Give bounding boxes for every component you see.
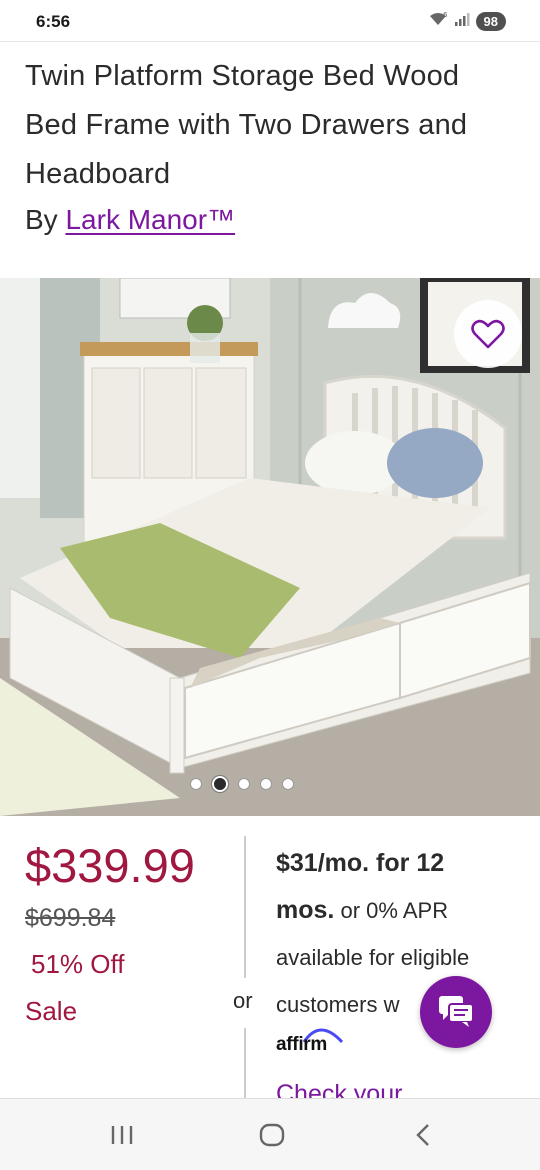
financing-apr: or 0% APR (334, 898, 449, 923)
chat-icon (437, 994, 475, 1031)
back-icon (416, 1124, 429, 1146)
financing-eligibility: available for eligible (276, 945, 470, 970)
product-image[interactable] (0, 278, 540, 816)
by-label: By (25, 204, 58, 235)
carousel-dot[interactable] (238, 778, 250, 790)
status-time: 6:56 (36, 12, 71, 31)
brand-link[interactable]: Lark Manor™ (65, 204, 235, 235)
status-bar: 6:56 6 98 (0, 0, 540, 42)
discount-label: 51% Off (31, 949, 125, 979)
carousel-dot[interactable] (282, 778, 294, 790)
recent-apps-button[interactable] (77, 1099, 167, 1170)
carousel-dot-active[interactable] (212, 776, 228, 792)
financing-term: mos. (276, 896, 335, 924)
heart-icon (471, 319, 505, 349)
sale-badge: Sale (25, 996, 78, 1026)
signal-icon (454, 11, 470, 32)
divider (244, 1028, 246, 1098)
carousel-dot[interactable] (260, 778, 272, 790)
navigation-bar (0, 1098, 540, 1170)
product-photo (0, 278, 540, 816)
carousel-dots[interactable] (0, 776, 512, 792)
original-price: $699.84 (25, 904, 116, 932)
battery-icon: 98 (475, 12, 506, 31)
recent-apps-icon (111, 1126, 133, 1144)
current-price: $339.99 (25, 839, 195, 892)
affirm-logo: affirm (276, 1034, 327, 1055)
favorite-button[interactable] (454, 300, 522, 368)
price-area: $339.99 $699.84 51% Off Sale or $31/mo. … (0, 816, 540, 1108)
status-icons: 6 98 (428, 11, 506, 32)
back-button[interactable] (378, 1099, 468, 1170)
or-label: or (233, 988, 253, 1013)
chat-button[interactable] (420, 976, 492, 1048)
home-icon (259, 1123, 285, 1147)
divider (244, 836, 246, 978)
home-button[interactable] (227, 1099, 317, 1170)
svg-text:6: 6 (443, 11, 448, 19)
wifi-icon: 6 (428, 11, 448, 32)
product-title: Twin Platform Storage Bed Wood Bed Frame… (25, 60, 468, 190)
brand-line: By Lark Manor™ (25, 204, 235, 236)
carousel-dot[interactable] (190, 778, 202, 790)
financing-amount: $31/mo. for 12 (276, 849, 445, 877)
